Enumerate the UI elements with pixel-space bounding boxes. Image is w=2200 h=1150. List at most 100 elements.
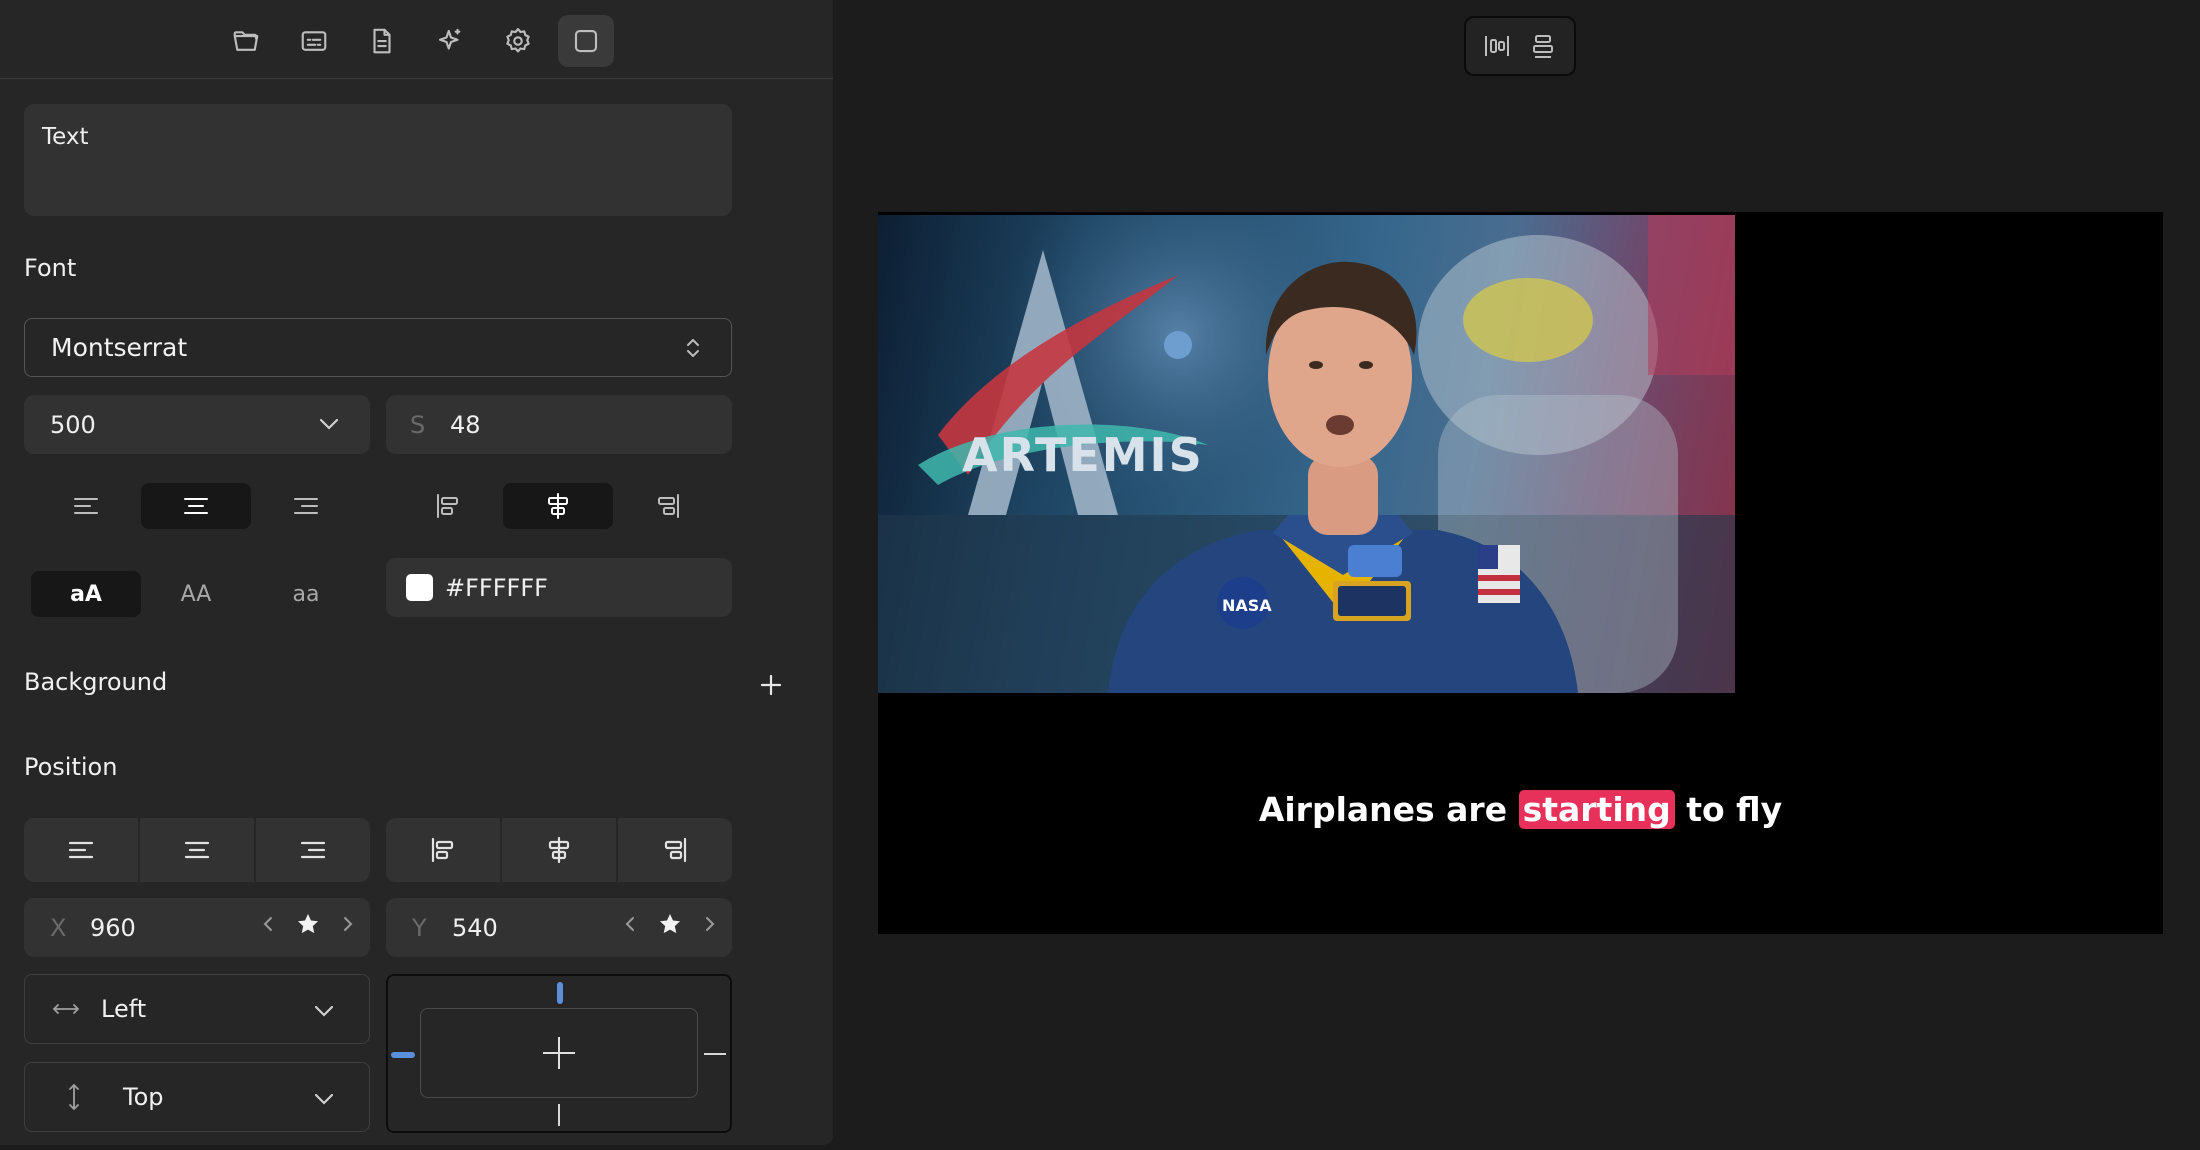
anchor-picker[interactable] [386, 974, 732, 1133]
y-label: Y [412, 913, 427, 942]
chevron-right-icon[interactable] [704, 915, 716, 933]
folder-open-button[interactable] [218, 15, 274, 67]
position-right-button[interactable] [256, 818, 370, 882]
anchor-area [420, 1008, 698, 1098]
valign-bottom-button[interactable] [613, 483, 723, 529]
properties-panel: Text Font Montserrat 500 S 48 aA AA aa #… [0, 0, 833, 1145]
chevron-down-icon [314, 1093, 334, 1105]
nasa-badge-text: NASA [1222, 596, 1272, 615]
caption-highlight-word: starting [1518, 790, 1675, 829]
position-center-button[interactable] [140, 818, 256, 882]
video-frame: ARTEMIS NASA [878, 215, 1735, 693]
effects-button[interactable] [422, 15, 478, 67]
case-upper-button[interactable]: AA [141, 571, 251, 617]
panel-toolbar [0, 0, 833, 79]
align-left-icon [74, 498, 98, 514]
distribute-vertical-icon[interactable] [1529, 32, 1557, 60]
horizontal-anchor-select[interactable]: Left [24, 974, 370, 1044]
anchor-right-handle[interactable] [704, 1053, 726, 1055]
position-section-label: Position [24, 753, 118, 781]
valign-middle-button[interactable] [503, 483, 613, 529]
font-family-select[interactable]: Montserrat [24, 318, 732, 377]
vertical-arrows-icon [69, 1083, 79, 1111]
frame-icon [574, 29, 598, 53]
align-middle-icon [548, 493, 568, 519]
x-value: 960 [90, 913, 136, 942]
position-middle-button[interactable] [502, 818, 618, 882]
background-section-label: Background [24, 668, 168, 696]
chevron-down-icon [319, 418, 339, 430]
font-size-label: S [410, 410, 426, 439]
vertical-anchor-value: Top [123, 1083, 164, 1111]
position-horizontal-group [24, 818, 370, 882]
align-right-icon [294, 498, 318, 514]
align-left-button[interactable] [31, 483, 141, 529]
caption-overlay[interactable]: Airplanes are starting to fly [878, 790, 2163, 829]
artemis-logo-text: ARTEMIS [962, 428, 1204, 482]
caption-text-before: Airplanes are [1258, 790, 1519, 829]
font-color-field[interactable]: #FFFFFF [386, 558, 732, 617]
document-icon [373, 28, 391, 54]
keyframe-star-icon[interactable] [296, 912, 320, 936]
position-x-field[interactable]: X 960 [24, 898, 370, 957]
font-family-value: Montserrat [51, 333, 188, 362]
align-center-button[interactable] [141, 483, 251, 529]
font-section-label: Font [24, 254, 77, 282]
plus-icon [760, 674, 782, 696]
caption-text-input[interactable]: Text [24, 104, 732, 216]
chevron-left-icon[interactable] [624, 915, 636, 933]
align-right-button[interactable] [251, 483, 361, 529]
align-start-icon [431, 837, 454, 863]
chevron-right-icon[interactable] [342, 915, 354, 933]
chevron-down-icon [314, 1005, 334, 1017]
font-size-field[interactable]: S 48 [386, 395, 732, 454]
position-left-button[interactable] [24, 818, 140, 882]
align-end-icon [664, 837, 687, 863]
align-right-icon [300, 841, 326, 859]
font-weight-select[interactable]: 500 [24, 395, 370, 454]
font-weight-value: 500 [50, 410, 96, 439]
font-color-value: #FFFFFF [445, 573, 548, 602]
settings-button[interactable] [490, 15, 546, 67]
vertical-anchor-select[interactable]: Top [24, 1062, 370, 1132]
align-start-icon [437, 494, 458, 518]
folder-open-icon [233, 31, 259, 51]
chevron-left-icon[interactable] [262, 915, 274, 933]
app-window: Text Font Montserrat 500 S 48 aA AA aa #… [0, 0, 2200, 1150]
align-left-icon [68, 841, 94, 859]
add-background-button[interactable] [754, 668, 788, 702]
caption-text-value: Text [42, 124, 89, 150]
video-scene-image: ARTEMIS NASA [878, 215, 1735, 693]
valign-top-button[interactable] [393, 483, 503, 529]
position-y-field[interactable]: Y 540 [386, 898, 732, 957]
keyframe-star-icon[interactable] [658, 912, 682, 936]
horizontal-anchor-value: Left [101, 995, 147, 1023]
document-button[interactable] [354, 15, 410, 67]
anchor-bottom-handle[interactable] [558, 1104, 560, 1126]
case-lower-button[interactable]: aa [251, 571, 361, 617]
case-mixed-button[interactable]: aA [31, 571, 141, 617]
anchor-top-handle[interactable] [557, 982, 563, 1004]
align-middle-icon [548, 836, 570, 864]
horizontal-arrows-icon [52, 1004, 80, 1014]
up-down-chevron-icon [687, 338, 699, 358]
view-toggle [1464, 16, 1576, 76]
distribute-horizontal-icon[interactable] [1483, 32, 1511, 60]
position-vertical-group [386, 818, 732, 882]
anchor-left-handle[interactable] [391, 1052, 415, 1058]
sparkles-icon [438, 28, 461, 50]
caption-text-after: to fly [1674, 790, 1783, 829]
crosshair-icon [543, 1037, 575, 1069]
subtitles-icon [301, 31, 327, 51]
gear-icon [506, 28, 530, 53]
position-bottom-button[interactable] [618, 818, 732, 882]
color-swatch[interactable] [406, 574, 433, 601]
video-canvas[interactable]: ARTEMIS NASA Airplanes are starting to f… [878, 212, 2163, 934]
align-center-icon [184, 841, 210, 859]
y-value: 540 [452, 913, 498, 942]
align-center-icon [184, 498, 208, 514]
frame-button[interactable] [558, 15, 614, 67]
subtitles-button[interactable] [286, 15, 342, 67]
align-end-icon [658, 494, 679, 518]
position-top-button[interactable] [386, 818, 502, 882]
